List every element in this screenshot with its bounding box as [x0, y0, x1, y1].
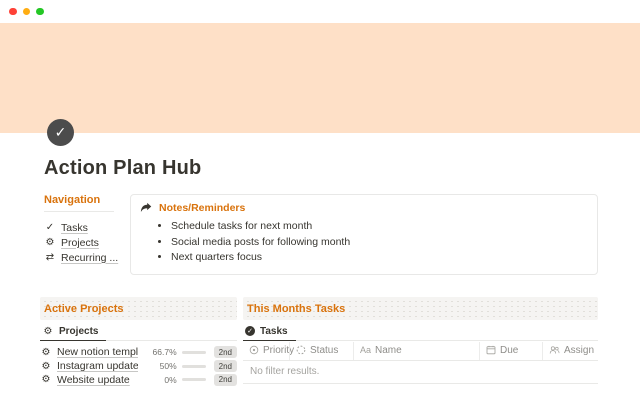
notes-item: Schedule tasks for next month [171, 219, 587, 235]
gear-icon: ⚙ [41, 374, 51, 386]
gear-icon: ⚙ [43, 325, 53, 337]
zoom-window-icon[interactable] [36, 7, 44, 16]
nav-link-label: Tasks [61, 221, 88, 234]
nav-link-tasks[interactable]: ✓ Tasks [44, 220, 114, 235]
nav-link-projects[interactable]: ⚙ Projects [44, 235, 114, 250]
project-progress-value: 50% [159, 361, 177, 372]
project-progress-bar [181, 364, 206, 368]
projects-db-tab[interactable]: ⚙ Projects [40, 324, 107, 341]
tasks-db-tab-label: Tasks [260, 325, 288, 337]
people-icon [549, 345, 560, 355]
project-badge: 2nd [213, 373, 237, 386]
empty-results-message: No filter results. [243, 361, 599, 384]
page-title: Action Plan Hub [44, 157, 202, 179]
navigation-section: Navigation ✓ Tasks ⚙ Projects ⇄ Recurrin… [44, 194, 118, 265]
forward-arrow-icon [140, 202, 152, 214]
gear-icon: ⚙ [41, 360, 51, 372]
notes-callout-title: Notes/Reminders [159, 202, 246, 214]
nav-link-recurring[interactable]: ⇄ Recurring ... [44, 250, 118, 265]
window-titlebar [0, 0, 640, 23]
check-circle-icon: ✓ [245, 326, 255, 336]
project-badge: 2nd [213, 360, 237, 373]
minimize-window-icon[interactable] [22, 7, 30, 16]
nav-link-label: Projects [61, 236, 99, 249]
gear-icon: ⚙ [41, 346, 51, 358]
project-row[interactable]: ⚙ New notion template 66.7% 2nd [40, 346, 237, 360]
page-cover[interactable]: ✓ [0, 23, 640, 146]
column-header-status[interactable]: Status [289, 341, 353, 360]
notes-callout: Notes/Reminders Schedule tasks for next … [130, 194, 598, 275]
navigation-heading: Navigation [44, 194, 114, 212]
notes-item: Next quarters focus [171, 250, 587, 266]
projects-db-tab-label: Projects [59, 325, 99, 337]
tasks-db-tab[interactable]: ✓ Tasks [243, 324, 296, 341]
month-tasks-section: This Months Tasks ✓ Tasks Priority Statu… [243, 296, 599, 384]
check-icon: ✓ [45, 222, 55, 233]
project-progress-value: 66.7% [152, 347, 177, 358]
calendar-icon [486, 345, 496, 355]
project-name[interactable]: Instagram update [57, 360, 138, 372]
text-icon: Aa [360, 345, 372, 355]
close-window-icon[interactable] [9, 7, 17, 16]
gear-icon: ⚙ [45, 237, 55, 248]
column-header-priority[interactable]: Priority [243, 342, 294, 360]
nav-link-label: Recurring ... [61, 251, 119, 264]
notes-item: Social media posts for following month [171, 235, 587, 251]
project-badge: 2nd [213, 346, 237, 359]
project-row[interactable]: ⚙ Instagram update 50% 2nd [40, 359, 237, 373]
column-header-assign[interactable]: Assign [542, 341, 598, 360]
project-name[interactable]: New notion template [57, 346, 138, 358]
column-header-due[interactable]: Due [479, 341, 542, 360]
project-progress-bar [181, 350, 206, 354]
project-progress-value: 0% [164, 374, 177, 385]
project-row[interactable]: ⚙ Website update 0% 2nd [40, 373, 237, 387]
project-name[interactable]: Website update [57, 374, 130, 386]
column-header-name[interactable]: Aa Name [353, 341, 479, 360]
active-projects-heading: Active Projects [40, 296, 237, 320]
active-projects-section: Active Projects ⚙ Projects ⚙ New notion … [40, 296, 237, 387]
page-check-circle-icon[interactable]: ✓ [47, 119, 74, 146]
month-tasks-heading: This Months Tasks [243, 296, 599, 320]
recurring-icon: ⇄ [45, 252, 55, 263]
project-progress-bar [181, 378, 206, 382]
status-icon [296, 345, 306, 355]
priority-icon [249, 345, 259, 355]
